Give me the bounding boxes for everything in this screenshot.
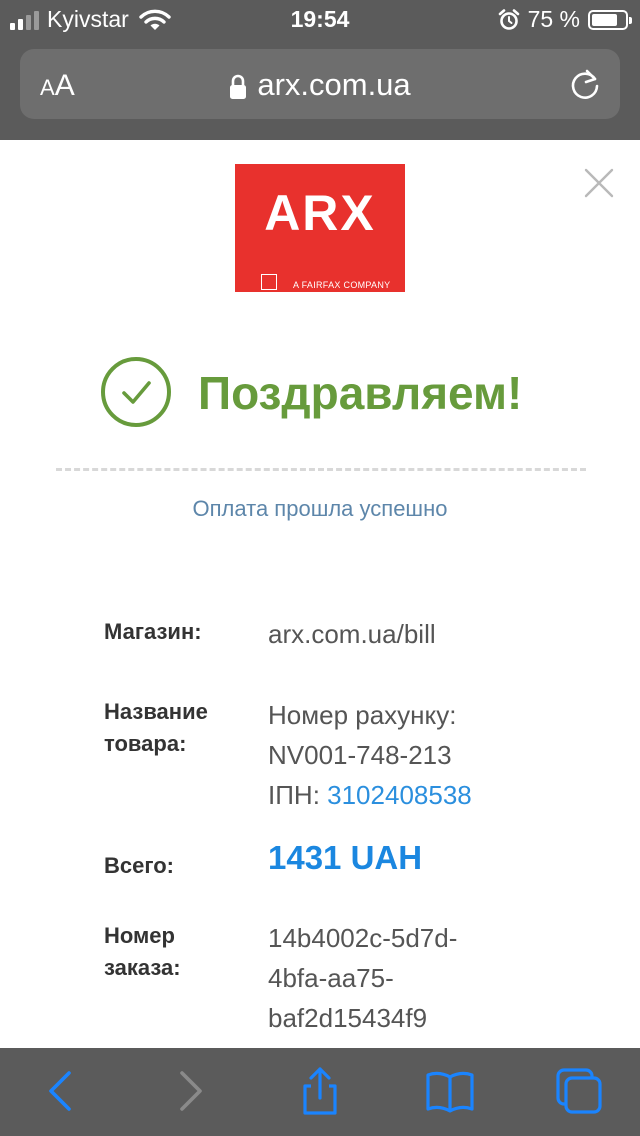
logo-brand: ARX	[264, 185, 376, 241]
order-line3: baf2d15434f9	[268, 1003, 428, 1033]
battery-percent: 75 %	[527, 6, 580, 32]
alarm-icon	[498, 8, 519, 30]
status-right: 75 %	[498, 6, 632, 33]
total-amount: 1431 UAH	[268, 839, 423, 876]
close-icon[interactable]	[584, 168, 614, 198]
page-content: ARX A FAIRFAX COMPANY Поздравляем! Оплат…	[0, 140, 640, 1048]
product-label: Название товара:	[104, 696, 208, 760]
fairfax-mark-icon	[261, 274, 277, 290]
lock-icon	[230, 74, 247, 99]
battery-icon	[588, 9, 632, 30]
share-icon[interactable]	[295, 1066, 345, 1116]
product-line1: Номер рахунку:	[268, 700, 457, 730]
divider	[56, 468, 586, 471]
status-bar: Kyivstar 19:54 75 %	[0, 0, 640, 40]
order-label-line1: Номер	[104, 923, 175, 948]
order-label: Номер заказа:	[104, 920, 181, 984]
order-line1: 14b4002c-5d7d-	[268, 923, 458, 953]
order-line2: 4bfa-aa75-	[268, 963, 394, 993]
page-title: Поздравляем!	[198, 367, 523, 419]
back-icon[interactable]	[36, 1066, 86, 1116]
product-value: Номер рахунку: NV001-748-213 ІПН: 310240…	[268, 695, 472, 815]
address-bar[interactable]: AA arx.com.ua	[20, 49, 620, 119]
total-label: Всего:	[104, 853, 174, 878]
product-label-line2: товара:	[104, 731, 187, 756]
product-line2: NV001-748-213	[268, 740, 452, 770]
forward-icon[interactable]	[165, 1066, 215, 1116]
product-label-line1: Название	[104, 699, 208, 724]
order-label-line2: заказа:	[104, 955, 181, 980]
shop-label: Магазин:	[104, 619, 202, 644]
tabs-icon[interactable]	[554, 1066, 604, 1116]
browser-toolbar	[0, 1048, 640, 1136]
checkmark-circle-icon	[101, 357, 171, 427]
bookmarks-icon[interactable]	[425, 1066, 475, 1116]
logo-tagline: A FAIRFAX COMPANY	[293, 280, 391, 290]
shop-value: arx.com.ua/bill	[268, 619, 436, 649]
tax-id-label: ІПН:	[268, 780, 328, 810]
arx-logo: ARX A FAIRFAX COMPANY	[235, 164, 405, 292]
url-text: arx.com.ua	[257, 67, 411, 102]
reload-icon[interactable]	[566, 65, 604, 103]
payment-status: Оплата прошла успешно	[192, 496, 448, 521]
browser-top-chrome: Kyivstar 19:54 75 % AA arx.com.ua	[0, 0, 640, 140]
tax-id-link[interactable]: 3102408538	[327, 780, 472, 810]
success-header: Поздравляем!	[0, 352, 640, 432]
product-line3: ІПН: 3102408538	[268, 775, 472, 815]
order-number: 14b4002c-5d7d- 4bfa-aa75- baf2d15434f9	[268, 918, 457, 1038]
url-display[interactable]: arx.com.ua	[20, 67, 620, 103]
